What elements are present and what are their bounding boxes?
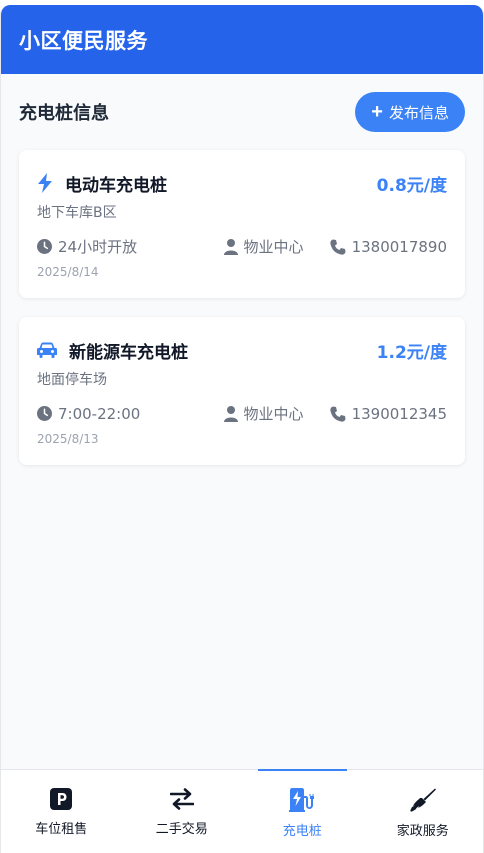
card-price: 0.8元/度: [376, 175, 447, 196]
broom-icon: [410, 788, 436, 812]
car-icon: [37, 342, 57, 358]
parking-icon: [50, 788, 73, 810]
post-info-button[interactable]: + 发布信息: [355, 92, 465, 132]
app-title: 小区便民服务: [19, 28, 148, 53]
card-contact: 物业中心: [243, 405, 304, 423]
card-location: 地下车库B区: [37, 205, 117, 221]
nav-label: 二手交易: [155, 822, 208, 837]
post-button-label: 发布信息: [388, 104, 449, 122]
clock-icon: [37, 406, 52, 421]
charger-card[interactable]: 新能源车充电桩 1.2元/度 地面停车场 7:00-22:00 物业中心 139…: [19, 317, 465, 465]
nav-label: 车位租售: [35, 822, 88, 837]
app-header: 小区便民服务: [1, 5, 483, 74]
nav-item-housekeeping[interactable]: 家政服务: [363, 770, 484, 853]
nav-label: 充电桩: [282, 824, 322, 839]
card-hours: 24小时开放: [58, 238, 138, 256]
nav-item-secondhand[interactable]: 二手交易: [122, 770, 243, 853]
lightning-icon: [37, 173, 53, 193]
card-location: 地面停车场: [37, 372, 107, 388]
phone-icon: [329, 239, 346, 255]
card-phone[interactable]: 1380017890: [352, 238, 447, 256]
exchange-arrows-icon: [169, 788, 194, 810]
card-date: 2025/8/13: [37, 432, 99, 446]
card-title: 电动车充电桩: [65, 175, 167, 196]
bottom-nav: 车位租售 二手交易 充电桩 家政服务: [1, 769, 483, 853]
nav-label: 家政服务: [396, 824, 449, 839]
plus-icon: +: [371, 101, 383, 123]
card-date: 2025/8/14: [37, 265, 99, 279]
section-bar: 充电桩信息 + 发布信息: [19, 92, 465, 132]
nav-item-charging[interactable]: 充电桩: [242, 769, 363, 853]
phone-icon: [329, 406, 346, 422]
nav-item-parking[interactable]: 车位租售: [1, 770, 122, 853]
user-icon: [223, 405, 238, 422]
card-phone[interactable]: 1390012345: [352, 405, 447, 423]
card-hours: 7:00-22:00: [58, 404, 141, 423]
card-price: 1.2元/度: [376, 342, 447, 363]
card-title: 新能源车充电桩: [69, 342, 188, 363]
app-frame: 小区便民服务 充电桩信息 + 发布信息 电动车充电桩 0.8元/度 地下车库B区: [0, 5, 484, 853]
clock-icon: [37, 239, 52, 254]
card-contact: 物业中心: [243, 238, 304, 256]
user-icon: [223, 238, 238, 255]
charging-station-icon: [289, 788, 315, 812]
charger-card[interactable]: 电动车充电桩 0.8元/度 地下车库B区 24小时开放 物业中心 1380017…: [19, 150, 465, 298]
section-title: 充电桩信息: [19, 103, 109, 124]
